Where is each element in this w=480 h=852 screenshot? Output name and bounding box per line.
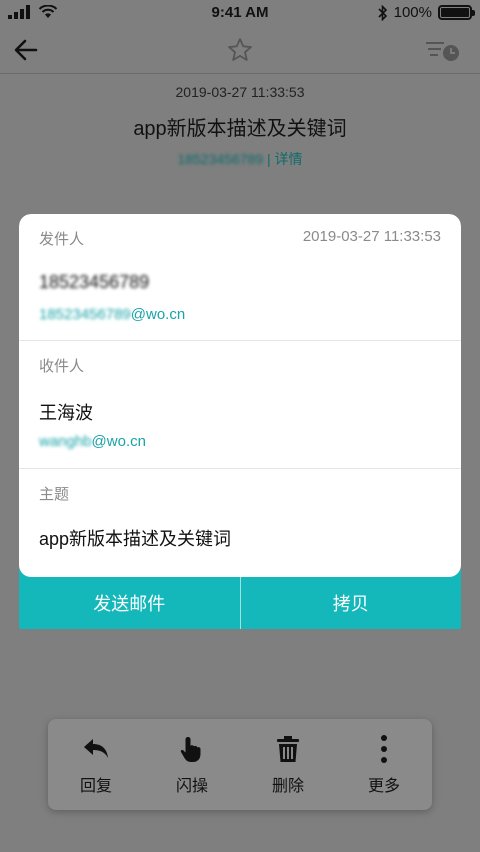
sender-label: 发件人 (39, 231, 85, 248)
reply-label: 回复 (79, 777, 112, 795)
sender-email-domain: @wo.cn (130, 306, 186, 323)
sender-time: 2019-03-27 11:33:53 (302, 228, 441, 245)
recipient-name: 王海波 (39, 403, 93, 423)
sender-email[interactable]: 18523456789@wo.cn (39, 306, 185, 323)
back-arrow-icon[interactable] (12, 36, 40, 64)
subject-section: 主题 app新版本描述及关键词 (19, 469, 461, 577)
schedule-list-icon[interactable] (424, 36, 460, 64)
copy-button[interactable]: 拷贝 (239, 577, 462, 629)
recipient-label: 收件人 (39, 358, 85, 375)
dialog-body: 发件人 2019-03-27 11:33:53 18523456789 1852… (19, 214, 461, 577)
star-icon[interactable] (226, 36, 254, 64)
recipient-email-local: wanghb (39, 433, 92, 450)
more-label: 更多 (367, 777, 400, 795)
dialog-actions: 发送邮件 拷贝 (19, 569, 461, 629)
sender-email-local: 18523456789 (39, 306, 131, 323)
mail-meta: 18523456789 | 详情 (0, 149, 480, 169)
send-mail-button[interactable]: 发送邮件 (19, 577, 240, 629)
more-vertical-icon (381, 734, 387, 763)
recipient-section: 收件人 王海波 wanghb@wo.cn (19, 341, 461, 469)
mail-meta-separator: | (267, 151, 271, 167)
battery-percent: 100% (393, 4, 432, 21)
status-right: 100% (378, 4, 475, 21)
nav-bar (0, 26, 480, 74)
subject-value: app新版本描述及关键词 (39, 529, 232, 549)
recipient-email[interactable]: wanghb@wo.cn (39, 433, 146, 450)
subject-label: 主题 (39, 486, 70, 503)
delete-label: 删除 (271, 777, 304, 795)
delete-button[interactable]: 删除 (240, 719, 336, 810)
trash-icon (277, 735, 299, 762)
battery-icon (438, 5, 475, 20)
flash-label: 闪操 (175, 777, 208, 795)
flash-button[interactable]: 闪操 (144, 719, 240, 810)
sender-section: 发件人 2019-03-27 11:33:53 18523456789 1852… (19, 214, 461, 341)
mail-info-dialog: 发件人 2019-03-27 11:33:53 18523456789 1852… (19, 214, 461, 637)
status-bar: 9:41 AM 100% (0, 0, 480, 26)
mail-sender-blurred: 18523456789 (177, 151, 264, 167)
reply-icon (84, 738, 108, 758)
reply-button[interactable]: 回复 (48, 719, 144, 810)
mail-title: app新版本描述及关键词 (133, 118, 347, 140)
bottom-toolbar: 回复 闪操 删除 更多 (48, 719, 432, 810)
recipient-email-domain: @wo.cn (91, 433, 146, 450)
mail-date: 2019-03-27 11:33:53 (175, 84, 305, 100)
bluetooth-icon (378, 4, 387, 21)
detail-link[interactable]: 详情 (275, 151, 303, 167)
sender-name: 18523456789 (39, 272, 150, 292)
hand-pointer-icon (180, 736, 201, 762)
more-button[interactable]: 更多 (336, 719, 432, 810)
